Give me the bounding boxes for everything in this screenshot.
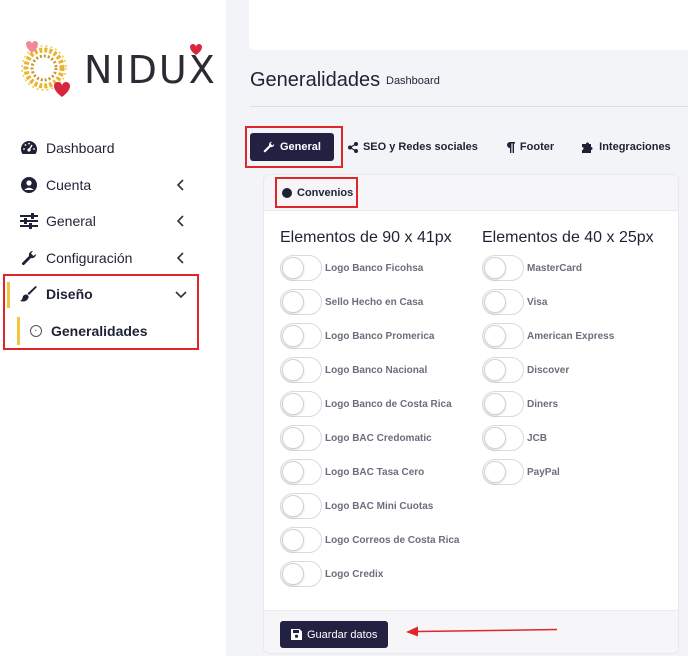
toggle-switch[interactable]: [280, 357, 322, 383]
toggle-row: Logo BAC Credomatic: [280, 421, 459, 455]
toggle-label: Logo Correos de Costa Rica: [325, 534, 460, 546]
tab-footer[interactable]: Footer: [494, 133, 566, 161]
column-title: Elementos de 40 x 25px: [482, 229, 654, 246]
toggle-row: Logo BAC Mini Cuotas: [280, 489, 459, 523]
sidebar-item-general[interactable]: General: [0, 203, 226, 240]
toggle-row: Logo Banco Nacional: [280, 353, 459, 387]
toggle-switch[interactable]: [482, 391, 524, 417]
sliders-icon: [20, 212, 38, 230]
toggle-switch[interactable]: [482, 459, 524, 485]
toggle-label: Logo Banco de Costa Rica: [325, 398, 452, 410]
toggle-switch[interactable]: [280, 323, 322, 349]
toggle-switch[interactable]: [482, 289, 524, 315]
tab-label: Footer: [519, 141, 555, 153]
toggle-switch[interactable]: [482, 357, 524, 383]
toggle-label: American Express: [527, 330, 615, 342]
sidebar-item-label: General: [46, 213, 96, 230]
tab-integraciones[interactable]: Integraciones: [570, 133, 683, 161]
sidebar-item-label: Dashboard: [46, 140, 115, 157]
chevron-left-icon: [176, 251, 184, 264]
toggle-label: Discover: [527, 364, 570, 376]
page-title: Generalidades: [250, 69, 381, 91]
sidebar-item-dashboard[interactable]: Dashboard: [0, 130, 226, 167]
column-title: Elementos de 90 x 41px: [280, 229, 452, 246]
toggle-label: Logo Banco Ficohsa: [325, 262, 424, 274]
toggle-label: Logo Banco Promerica: [325, 330, 435, 342]
toggle-row: Sello Hecho en Casa: [280, 285, 459, 319]
highlight-box-diseno: [3, 274, 199, 350]
toggle-row: Logo Correos de Costa Rica: [280, 523, 459, 557]
toggle-row: Discover: [482, 353, 654, 387]
toggle-switch[interactable]: [280, 425, 322, 451]
sidebar-item-label: Cuenta: [46, 176, 92, 193]
puzzle-icon: [582, 141, 594, 153]
toggle-label: Sello Hecho en Casa: [325, 296, 424, 308]
breadcrumb[interactable]: Dashboard: [386, 75, 440, 87]
toggle-switch[interactable]: [482, 323, 524, 349]
highlight-box-general-tab: [245, 126, 343, 168]
divider: [250, 106, 688, 107]
chevron-left-icon: [176, 178, 184, 191]
toggle-row: Logo Banco de Costa Rica: [280, 387, 459, 421]
paragraph-icon: [506, 141, 515, 153]
save-button-label: Guardar datos: [307, 628, 378, 641]
sidebar-item-cuenta[interactable]: Cuenta: [0, 167, 226, 204]
toggle-row: Diners: [482, 387, 654, 421]
tab-label: SEO y Redes sociales: [362, 141, 478, 153]
toggle-row: JCB: [482, 421, 654, 455]
brand-name: NIDUX: [84, 48, 217, 92]
toggle-label: Logo BAC Credomatic: [325, 432, 432, 444]
sidebar-item-configuracion[interactable]: Configuración: [0, 240, 226, 277]
toggle-label: Diners: [527, 398, 559, 410]
toggle-switch[interactable]: [482, 425, 524, 451]
toggle-switch[interactable]: [280, 561, 322, 587]
top-card: [249, 0, 688, 50]
toggle-row: PayPal: [482, 455, 654, 489]
toggle-row: American Express: [482, 319, 654, 353]
column-small-logos: Elementos de 40 x 25px MasterCard Visa A…: [482, 229, 654, 489]
toggle-row: Visa: [482, 285, 654, 319]
toggle-switch[interactable]: [280, 493, 322, 519]
user-circle-icon: [20, 176, 38, 194]
highlight-box-convenios: [275, 177, 358, 208]
toggle-label: JCB: [527, 432, 548, 444]
arrow-left-annotation-icon: [406, 626, 558, 637]
toggle-row: Logo Banco Promerica: [280, 319, 459, 353]
share-icon: [347, 141, 358, 153]
toggle-label: Logo BAC Tasa Cero: [325, 466, 425, 478]
nidux-logo[interactable]: NIDUX: [14, 36, 217, 100]
toggle-switch[interactable]: [280, 527, 322, 553]
toggle-label: Visa: [527, 296, 548, 308]
toggle-switch[interactable]: [280, 289, 322, 315]
toggle-label: PayPal: [527, 466, 560, 478]
toggle-label: MasterCard: [527, 262, 583, 274]
toggle-row: MasterCard: [482, 251, 654, 285]
sidebar-item-label: Configuración: [46, 249, 133, 266]
gauge-icon: [20, 139, 38, 157]
toggle-switch[interactable]: [280, 459, 322, 485]
toggle-label: Logo Banco Nacional: [325, 364, 428, 376]
chevron-left-icon: [176, 215, 184, 227]
save-button[interactable]: Guardar datos: [280, 621, 389, 648]
convenios-card: Convenios Elementos de 90 x 41px Logo Ba…: [263, 174, 679, 654]
tab-seo[interactable]: SEO y Redes sociales: [336, 133, 490, 161]
toggle-switch[interactable]: [482, 255, 524, 281]
floppy-disk-icon: [291, 629, 302, 640]
toggle-switch[interactable]: [280, 391, 322, 417]
toggle-row: Logo BAC Tasa Cero: [280, 455, 459, 489]
logo-mandala-icon: [21, 41, 70, 97]
column-large-logos: Elementos de 90 x 41px Logo Banco Ficohs…: [280, 229, 459, 591]
toggle-label: Logo BAC Mini Cuotas: [325, 500, 434, 512]
toggle-switch[interactable]: [280, 255, 322, 281]
toggle-row: Logo Banco Ficohsa: [280, 251, 459, 285]
tab-label: Integraciones: [599, 141, 671, 153]
toggle-label: Logo Credix: [325, 568, 384, 580]
toggle-row: Logo Credix: [280, 557, 459, 591]
wrench-icon: [20, 249, 38, 267]
